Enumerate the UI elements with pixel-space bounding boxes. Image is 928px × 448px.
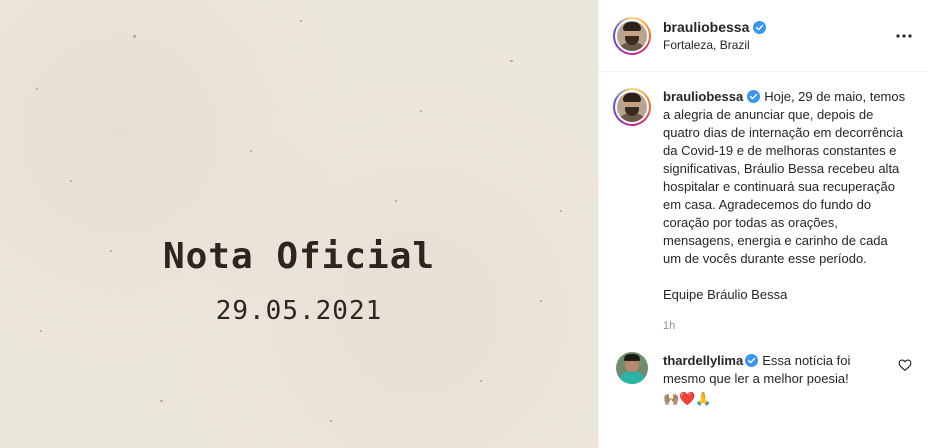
paper-speck [480,380,482,382]
paper-speck [300,20,302,22]
comments-area: brauliobessa Hoje, 29 de maio, temos a al… [599,72,928,448]
verified-badge-icon [745,354,759,367]
paper-speck [420,110,422,112]
paper-speck [36,88,38,90]
caption-text: Hoje, 29 de maio, temos a alegria de anu… [663,89,906,266]
paper-speck [510,60,513,62]
post-image[interactable]: Nota Oficial 29.05.2021 [0,0,598,448]
comment-emojis: 🙌🏽❤️🙏 [663,392,712,407]
caption-username[interactable]: brauliobessa [663,89,743,104]
post-timestamp[interactable]: 1h [663,320,914,332]
post-header: brauliobessa Fortaleza, Brazil [599,0,928,72]
commenter-username[interactable]: thardellylima [663,353,743,368]
heart-outline-icon[interactable] [898,358,912,372]
paper-speck [40,330,42,332]
paper-speck [160,400,163,402]
image-title: Nota Oficial [162,236,436,277]
post-viewer: Nota Oficial 29.05.2021 brauliobessa For… [0,0,928,448]
paper-speck [133,35,136,38]
paper-speck [330,420,332,422]
header-username[interactable]: brauliobessa [663,19,749,35]
avatar-image [617,92,647,122]
location-link[interactable]: Fortaleza, Brazil [663,38,766,52]
caption-avatar[interactable] [613,88,651,126]
paper-speck [250,150,252,152]
avatar[interactable] [613,16,651,55]
post-sidebar: brauliobessa Fortaleza, Brazil brauliobe… [598,0,928,448]
paper-speck [395,200,397,202]
caption-signature: Equipe Bráulio Bessa [663,287,788,302]
verified-badge-icon [753,20,767,34]
image-date: 29.05.2021 [215,296,383,326]
post-caption: brauliobessa Hoje, 29 de maio, temos a al… [613,88,914,304]
comment-item: thardellylima Essa notícia foi mesmo que … [613,352,914,409]
paper-speck [560,210,562,212]
verified-badge-icon [747,90,761,103]
more-options-icon[interactable] [892,24,916,48]
paper-speck [70,180,72,182]
avatar-image [617,20,647,51]
commenter-avatar[interactable] [616,352,648,384]
